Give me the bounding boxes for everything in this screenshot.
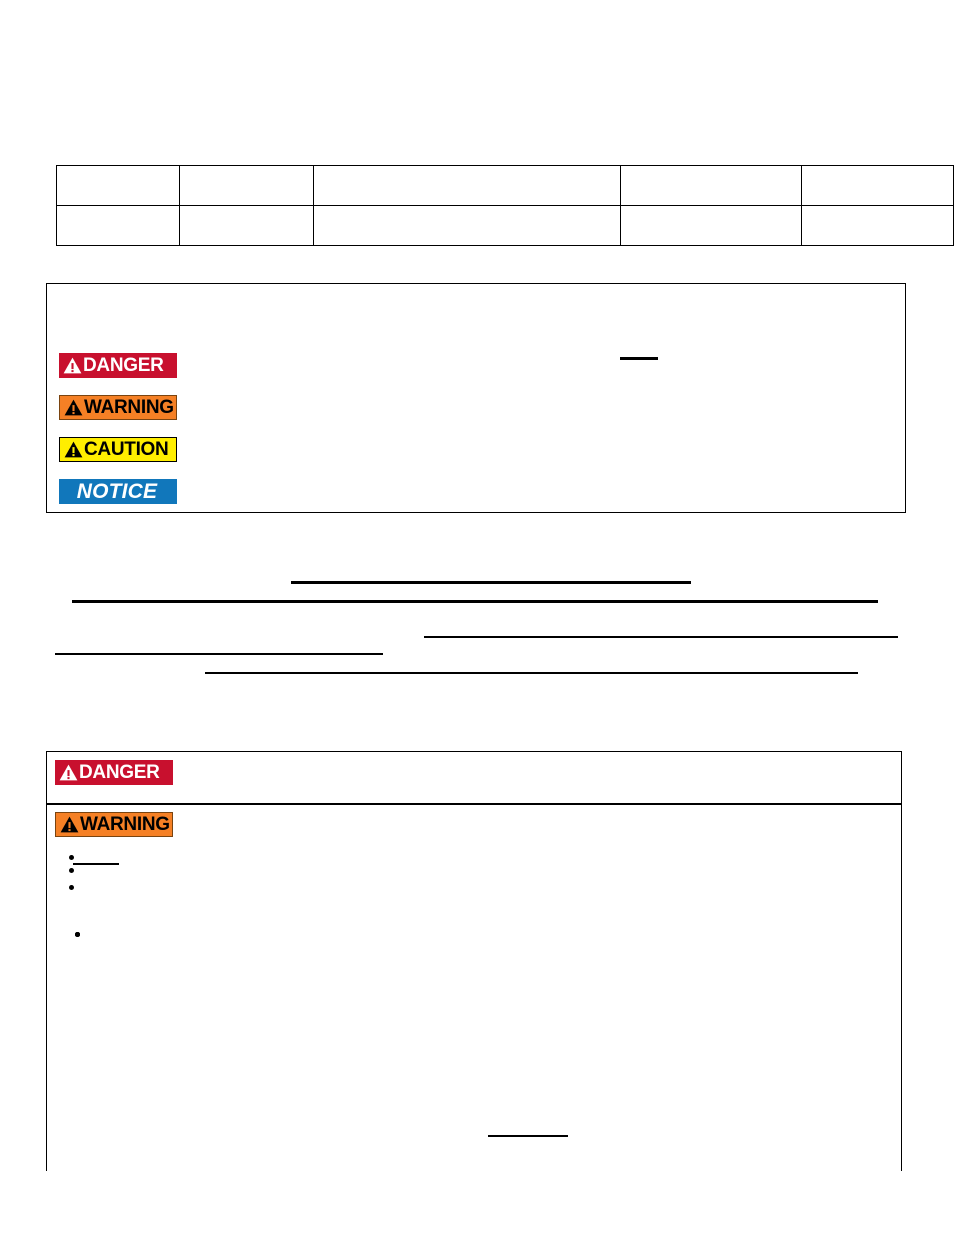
warning-badge: WARNING <box>59 394 177 420</box>
caution-badge-label: CAUTION <box>84 438 169 460</box>
table-cell <box>620 205 802 246</box>
table-cell <box>56 205 180 246</box>
warning-badge-label: WARNING <box>84 396 174 418</box>
warning-triangle-icon <box>60 816 79 833</box>
table-cell <box>179 205 314 246</box>
danger-badge: DANGER <box>59 352 177 378</box>
rule-body-3 <box>424 636 898 638</box>
table-cell <box>801 205 954 246</box>
table-row <box>56 205 954 246</box>
legend-row-notice: NOTICE <box>59 470 193 512</box>
inline-rule-reference <box>488 1135 568 1137</box>
table-cell <box>801 165 954 206</box>
table-row <box>56 165 954 206</box>
legend-row-danger: DANGER <box>59 344 193 386</box>
panel-warning-badge: WARNING <box>55 812 173 837</box>
panel-warning-label: WARNING <box>80 814 170 835</box>
warning-triangle-icon <box>59 764 78 781</box>
warning-triangle-icon <box>63 357 82 374</box>
notice-badge-label: NOTICE <box>76 479 158 503</box>
warning-triangle-icon <box>64 399 83 416</box>
danger-badge-label: DANGER <box>83 354 164 376</box>
caution-badge: CAUTION <box>59 436 177 462</box>
legend-row-warning: WARNING <box>59 386 193 428</box>
hazard-bullet-list <box>55 850 891 937</box>
table-body <box>56 165 954 246</box>
table-cell <box>313 165 621 206</box>
legend-row-list: DANGER WARNING CAUTION NOTICE <box>59 344 193 512</box>
hazard-warning-panel: DANGER WARNING <box>46 751 902 1171</box>
legend-row-caution: CAUTION <box>59 428 193 470</box>
rule-legend-danger-line <box>620 357 658 360</box>
table-cell <box>179 165 314 206</box>
rule-body-1 <box>291 581 691 584</box>
panel-danger-label: DANGER <box>79 762 160 783</box>
rule-body-4 <box>55 653 383 655</box>
document-page: DANGER WARNING CAUTION NOTICE DANGER WAR… <box>0 0 954 1235</box>
inline-rule <box>73 863 119 865</box>
warning-triangle-icon <box>64 441 83 458</box>
table-cell <box>620 165 802 206</box>
notice-badge: NOTICE <box>59 478 177 504</box>
panel-divider <box>47 803 901 805</box>
list-item <box>55 863 891 879</box>
rule-body-5 <box>205 672 858 674</box>
revision-history-table <box>56 165 954 246</box>
table-cell <box>56 165 180 206</box>
panel-danger-badge: DANGER <box>55 760 173 785</box>
signal-word-legend: DANGER WARNING CAUTION NOTICE <box>46 283 906 513</box>
rule-body-2 <box>72 600 878 603</box>
table-cell <box>313 205 621 246</box>
